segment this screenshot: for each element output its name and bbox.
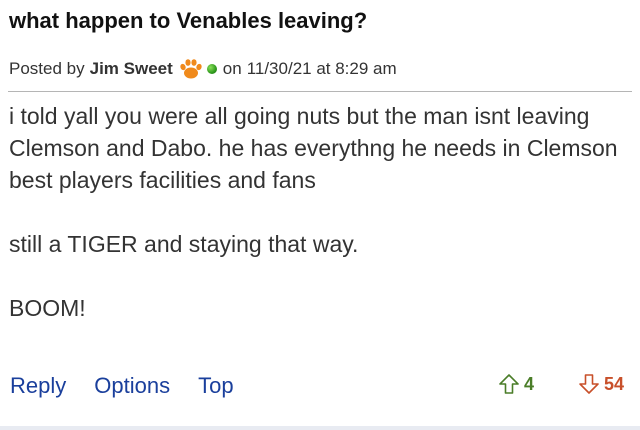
- post-meta: Posted by Jim Sweet on 11/30/21 at 8:29 …: [9, 58, 397, 80]
- downvote-count: 54: [603, 373, 624, 394]
- reply-link[interactable]: Reply: [10, 373, 66, 399]
- post-actions: Reply Options Top: [10, 373, 234, 399]
- divider: [8, 91, 632, 92]
- posted-by-label: Posted by: [9, 59, 85, 78]
- upvote-button[interactable]: 4: [498, 373, 578, 395]
- forum-post: what happen to Venables leaving? Posted …: [0, 0, 640, 430]
- date-prefix: on: [222, 59, 242, 78]
- post-body-paragraph: i told yall you were all going nuts but …: [9, 103, 618, 193]
- post-body-paragraph: BOOM!: [9, 295, 86, 321]
- arrow-up-icon: [499, 374, 519, 394]
- upvote-count: 4: [523, 373, 534, 394]
- top-link[interactable]: Top: [198, 373, 233, 399]
- online-dot-icon: [206, 64, 217, 74]
- author-name[interactable]: Jim Sweet: [90, 59, 173, 79]
- post-body: i told yall you were all going nuts but …: [9, 100, 629, 324]
- bottom-divider: [0, 426, 640, 430]
- tiger-paw-icon: [179, 58, 203, 80]
- arrow-down-icon: [579, 374, 599, 394]
- post-date: 11/30/21 at 8:29 am: [246, 59, 397, 78]
- downvote-button[interactable]: 54: [578, 373, 624, 395]
- options-link[interactable]: Options: [94, 373, 170, 399]
- vote-controls: 4 54: [498, 373, 624, 395]
- post-body-paragraph: still a TIGER and staying that way.: [9, 231, 359, 257]
- post-title: what happen to Venables leaving?: [9, 8, 368, 33]
